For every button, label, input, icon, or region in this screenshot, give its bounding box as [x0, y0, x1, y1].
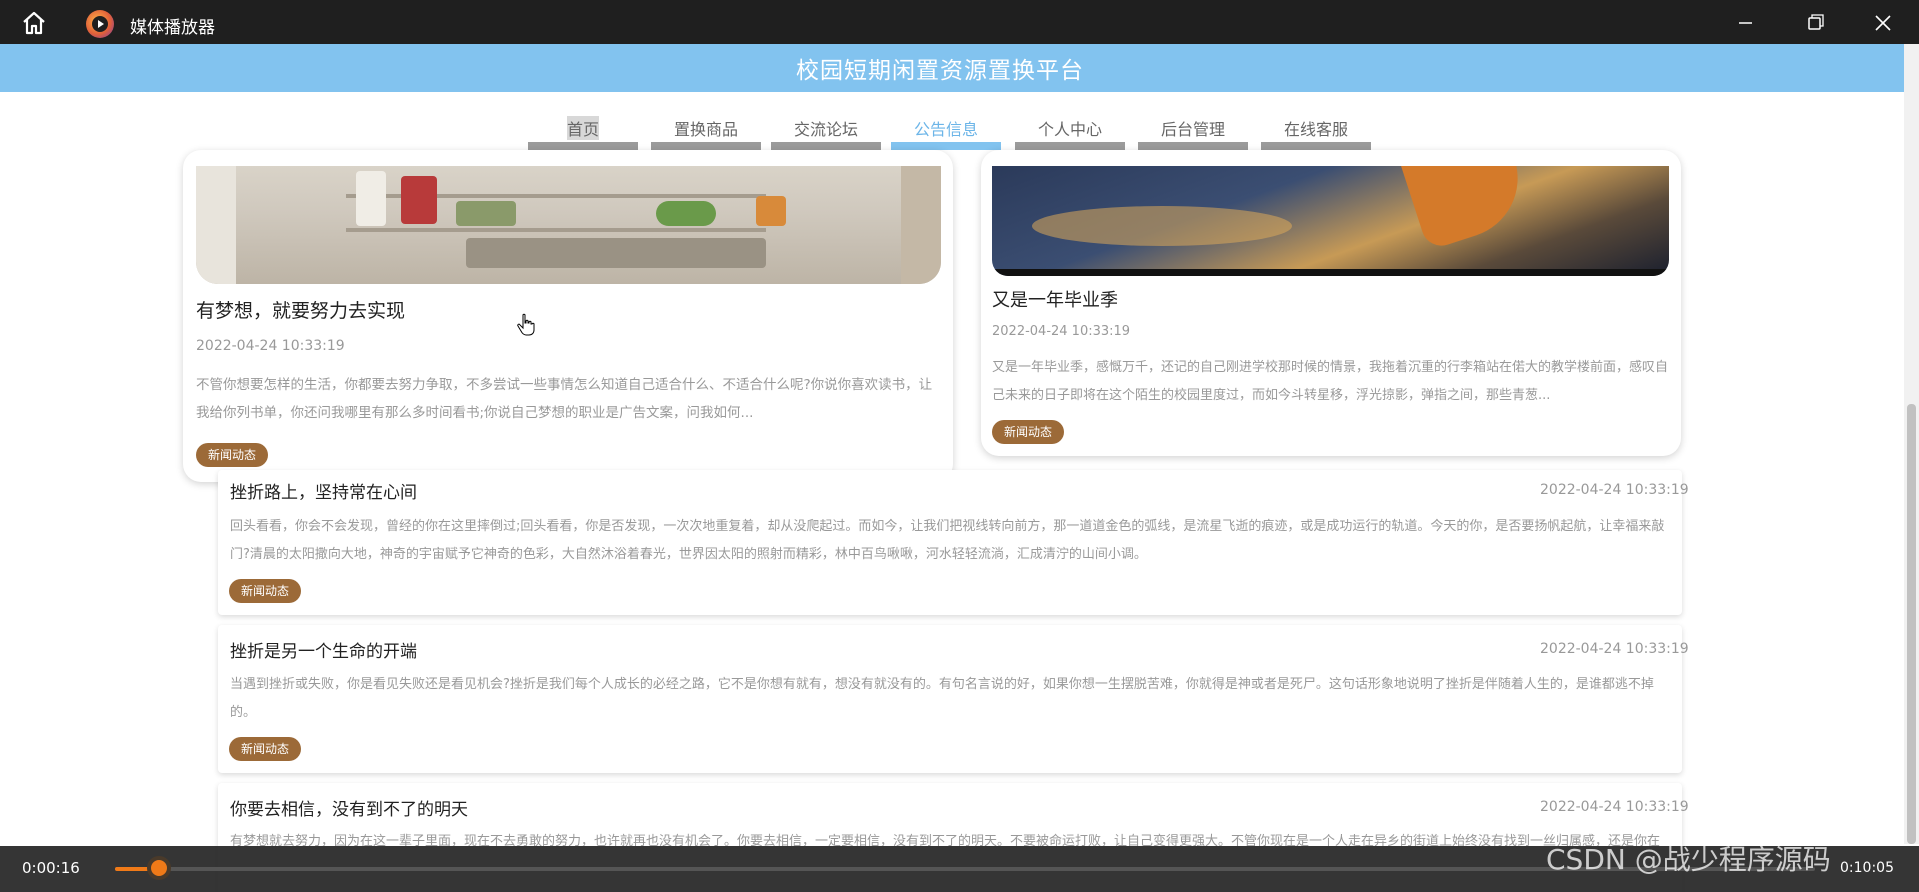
post-summary: 又是一年毕业季，感慨万千，还记的自己刚进学校那时候的情景，我拖着沉重的行李箱站在… — [992, 360, 1668, 403]
nav-item-exchange-goods[interactable]: 置换商品 — [651, 110, 761, 150]
site-title: 校园短期闲置资源置换平台 — [796, 58, 1084, 84]
nav-item-label: 交流论坛 — [793, 120, 858, 139]
post-title[interactable]: 你要去相信，没有到不了的明天 — [230, 795, 468, 820]
nav-item-label: 后台管理 — [1160, 120, 1225, 139]
maximize-icon[interactable] — [1800, 10, 1830, 36]
tag-badge[interactable]: 新闻动态 — [196, 443, 269, 467]
tag-badge[interactable]: 新闻动态 — [992, 420, 1065, 444]
post-date: 2022-04-24 10:33:19 — [1540, 482, 1689, 498]
total-time: 0:10:05 — [1840, 860, 1894, 876]
nav-item-label: 个人中心 — [1037, 120, 1102, 139]
close-icon[interactable] — [1868, 10, 1898, 36]
post-date: 2022-04-24 10:33:19 — [992, 324, 1131, 339]
post-title[interactable]: 挫折是另一个生命的开端 — [230, 637, 417, 662]
post-summary: 有梦想就去努力，因为在这一辈子里面，现在不去勇敢的努力，也许就再也没有机会了。你… — [230, 834, 1661, 846]
nav-underline — [1138, 142, 1248, 150]
post-title[interactable]: 又是一年毕业季 — [992, 286, 1118, 312]
post-title[interactable]: 有梦想，就要努力去实现 — [196, 296, 405, 323]
nav-item-personal-center[interactable]: 个人中心 — [1015, 110, 1125, 150]
post-summary: 不管你想要怎样的生活，你都要去努力争取，不多尝试一些事情怎么知道自己适合什么、不… — [196, 377, 933, 421]
nav-item-label: 公告信息 — [913, 120, 978, 139]
post-summary: 当遇到挫折或失败，你是看见失败还是看见机会?挫折是我们每个人成长的必经之路，它不… — [230, 677, 1654, 720]
featured-image-fridge — [196, 166, 941, 284]
seek-knob[interactable] — [147, 856, 172, 880]
nav-item-forum[interactable]: 交流论坛 — [771, 110, 881, 150]
nav-underline — [771, 142, 881, 150]
post-title[interactable]: 挫折路上，坚持常在心间 — [230, 478, 417, 503]
tag-badge[interactable]: 新闻动态 — [229, 737, 302, 761]
current-time: 0:00:16 — [22, 859, 80, 877]
media-player-window: 媒体播放器 校园短期闲置资源置换平台 首页 置换商品 交流论坛 公告信息 个人中… — [0, 0, 1919, 892]
post-summary: 回头看看，你会不会发现，曾经的你在这里摔倒过;回头看看，你是否发现，一次次地重复… — [230, 519, 1665, 562]
post-date: 2022-04-24 10:33:19 — [1540, 799, 1689, 815]
nav-item-home[interactable]: 首页 — [528, 110, 638, 150]
nav-underline — [1015, 142, 1125, 150]
minimize-icon[interactable] — [1730, 10, 1760, 36]
nav-item-label: 置换商品 — [673, 120, 738, 139]
nav-underline — [891, 142, 1001, 150]
nav-underline — [528, 142, 638, 150]
nav-item-label: 首页 — [566, 116, 599, 140]
hand-cursor-icon — [517, 313, 535, 336]
scrollbar-thumb[interactable] — [1907, 404, 1916, 844]
nav-item-announcements[interactable]: 公告信息 — [891, 110, 1001, 150]
tag-badge[interactable]: 新闻动态 — [229, 579, 302, 603]
site-header: 校园短期闲置资源置换平台 — [0, 44, 1904, 92]
nav-item-customer-service[interactable]: 在线客服 — [1261, 110, 1371, 150]
home-icon[interactable] — [20, 10, 48, 36]
nav-item-label: 在线客服 — [1283, 120, 1348, 139]
window-title: 媒体播放器 — [130, 18, 215, 38]
watermark: CSDN @战少程序源码 — [1546, 843, 1831, 876]
post-date: 2022-04-24 10:33:19 — [196, 338, 345, 354]
nav-underline — [1261, 142, 1371, 150]
nav-underline — [651, 142, 761, 150]
post-date: 2022-04-24 10:33:19 — [1540, 641, 1689, 657]
window-titlebar: 媒体播放器 — [0, 0, 1919, 44]
page-scrollbar[interactable] — [1904, 44, 1919, 844]
nav-item-admin[interactable]: 后台管理 — [1138, 110, 1248, 150]
media-player-icon — [86, 10, 114, 38]
featured-image-tv — [992, 166, 1669, 276]
